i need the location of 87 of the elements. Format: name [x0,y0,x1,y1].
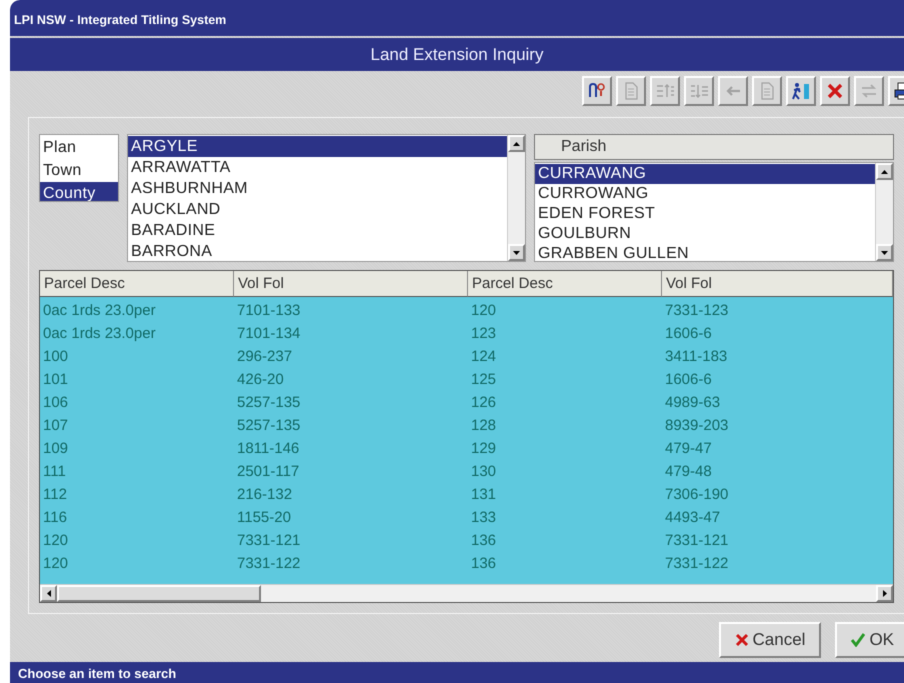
list-item[interactable]: GRABBEN GULLEN [535,244,875,261]
delete-icon [825,81,845,101]
table-cell-text: 133 [470,508,498,528]
table-cell-text: 8939-203 [664,416,730,436]
table-cell-text: 7101-133 [236,301,302,321]
up-arrow-icon [881,170,888,174]
up-arrow-icon [513,142,520,146]
list-item[interactable]: CURROWANG [535,184,875,204]
table-cell-text: 116 [42,508,68,528]
form-title: Land Extension Inquiry [10,38,904,71]
vertical-scrollbar[interactable] [875,163,893,261]
table-cell-text: 124 [470,347,498,367]
table-cell-text: 7101-134 [236,324,302,344]
list-item[interactable]: County [40,182,118,201]
table-cell-text: 130 [470,462,498,482]
list-item[interactable]: Town [40,159,118,182]
list-item[interactable]: BARRONA [128,241,507,261]
column-header[interactable]: Vol Fol [662,271,893,297]
table-cell-text: 7331-121 [664,531,730,551]
table-cell-text: 5257-135 [236,416,302,436]
table-cell-text: 4493-47 [664,508,722,528]
table-cell-text: 101 [42,370,70,390]
table-cell-text: 136 [470,531,498,551]
list-header: Parish [534,134,894,160]
ok-button[interactable]: OK [835,622,904,658]
table-cell-text: 107 [42,416,70,436]
list-item[interactable]: ARGYLE [128,136,507,157]
table-cell-text: 0ac 1rds 23.0per [42,324,157,344]
table-cell-text: 216-132 [236,485,294,505]
toolbar-button[interactable] [582,76,612,106]
person-door-icon [791,81,811,101]
horizontal-scrollbar[interactable] [40,584,893,602]
list-item[interactable]: EDEN FOREST [535,204,875,224]
table-cell-text: 111 [42,462,67,482]
column-header[interactable]: Parcel Desc [40,271,234,297]
down-arrow-icon [881,250,888,254]
table-cell-text: 7331-122 [664,554,730,574]
table-cell-text: 136 [470,554,498,574]
list-item[interactable]: CURRAWANG [535,164,875,184]
table-cell-text: 1811-146 [236,439,300,459]
table-cell-text: 112 [42,485,68,505]
right-arrow-icon [882,590,886,597]
table-cell-text: 109 [42,439,70,459]
table-cell-text: 479-47 [664,439,713,459]
list-item[interactable]: AUCKLAND [128,199,507,220]
table-cell-text: 5257-135 [236,393,302,413]
table-cell-text: 120 [42,531,70,551]
toolbar-button[interactable] [786,76,816,106]
table-cell-text: 7331-121 [236,531,302,551]
table-cell-text: 126 [470,393,498,413]
cancel-button[interactable]: Cancel [718,622,822,658]
table-cell-text: 0ac 1rds 23.0per [42,301,157,321]
table-cell-text: 7331-123 [664,301,730,321]
table-cell-text: 1606-6 [664,370,713,390]
table-cell-text: 100 [42,347,70,367]
list-item[interactable]: Plan [40,136,118,159]
checkmark-icon [851,633,866,647]
left-arrow-icon [46,590,50,597]
table-cell-text: 125 [470,370,498,390]
list-item[interactable]: ARRAWATTA [128,157,507,178]
table-cell-text: 106 [42,393,70,413]
table-cell-text: 120 [42,554,70,574]
table-cell-text: 128 [470,416,498,436]
list-item[interactable]: ASHBURNHAM [128,178,507,199]
list-item[interactable]: GOULBURN [535,224,875,244]
table-cell-text: 120 [470,301,498,321]
table-cell-text: 1606-6 [664,324,713,344]
table-cell-text: 131 [470,485,498,505]
table-cell-text: 426-20 [236,370,285,390]
list-item[interactable]: BARADINE [128,220,507,241]
cancel-icon [734,633,749,647]
vertical-scrollbar[interactable] [507,135,525,261]
table-cell-text: 3411-183 [664,347,728,367]
column-header[interactable]: Vol Fol [234,271,468,297]
column-header[interactable]: Parcel Desc [468,271,662,297]
table-cell-text: 4989-63 [664,393,722,413]
table-cell-text: 129 [470,439,498,459]
down-arrow-icon [513,250,520,254]
table-cell-text: 479-48 [664,462,713,482]
table-cell-text: 123 [470,324,498,344]
table-cell-text: 7331-122 [236,554,302,574]
table-cell-text: 7306-190 [664,485,730,505]
status-bar: Choose an item to search [10,662,904,683]
table-cell-text: 2501-117 [236,462,300,482]
window-title: LPI NSW - Integrated Titling System [10,0,904,36]
table-cell-text: 1155-20 [236,508,292,528]
table-cell-text: 296-237 [236,347,294,367]
